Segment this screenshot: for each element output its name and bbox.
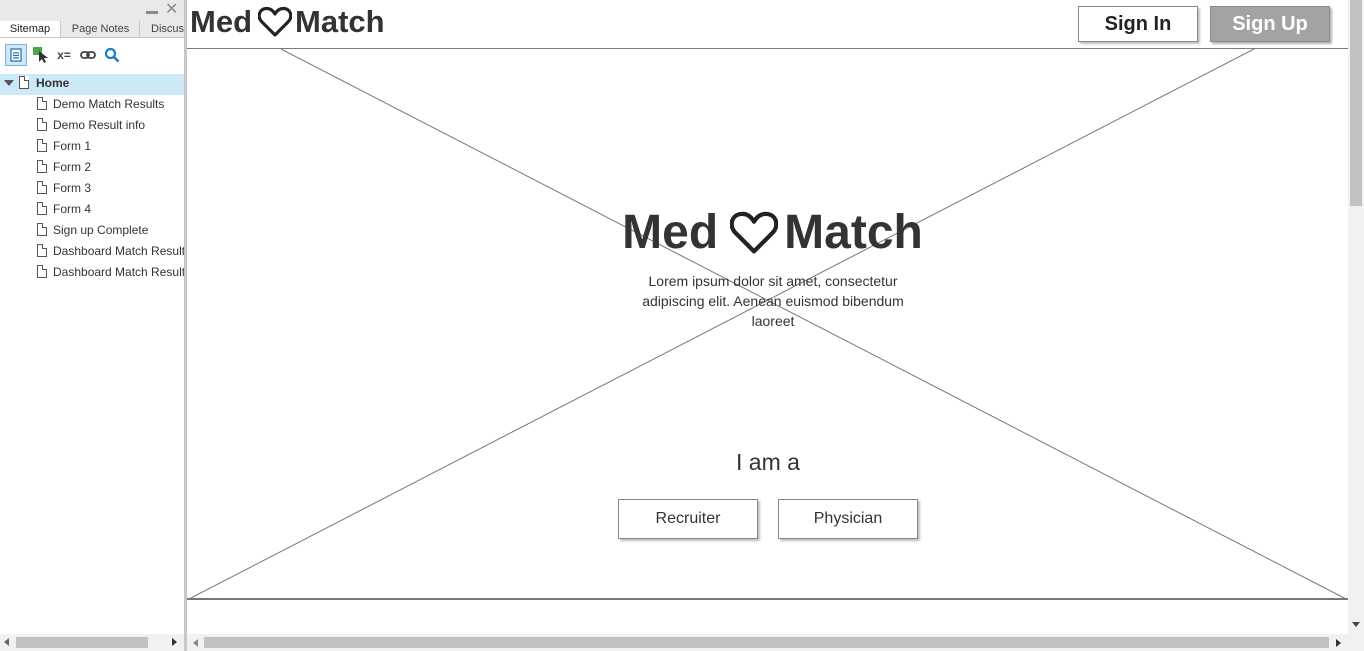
hero-description: Lorem ipsum dolor sit amet, consectetur … xyxy=(642,273,904,329)
minimize-icon[interactable] xyxy=(146,11,158,14)
sitemap-item[interactable]: Form 3 xyxy=(0,179,184,200)
sign-in-button[interactable]: Sign In xyxy=(1078,6,1198,42)
sitemap-item-label: Form 1 xyxy=(53,139,92,153)
hero-logo: Med Match xyxy=(187,205,1358,260)
page-icon xyxy=(37,139,47,152)
logo-text-med: Med xyxy=(190,4,252,39)
panel-tabs: Sitemap Page Notes Discus xyxy=(0,21,184,38)
physician-button[interactable]: Physician xyxy=(778,499,918,539)
page-icon[interactable] xyxy=(5,44,27,66)
panel-titlebar: ✕ xyxy=(0,0,184,21)
heart-icon xyxy=(258,6,292,38)
page-icon xyxy=(37,244,47,257)
link-icon[interactable] xyxy=(77,44,99,66)
site-header: Med Match Sign In Sign Up xyxy=(187,0,1348,49)
sitemap-item[interactable]: Form 4 xyxy=(0,200,184,221)
sitemap-item-label: Form 4 xyxy=(53,202,92,216)
scrollbar-thumb[interactable] xyxy=(16,637,148,648)
logo-text-med: Med xyxy=(622,206,719,259)
sitemap-item-home[interactable]: Home xyxy=(0,74,184,95)
recruiter-button[interactable]: Recruiter xyxy=(618,499,758,539)
scroll-down-icon[interactable] xyxy=(1352,622,1360,627)
page-icon xyxy=(19,76,29,89)
tab-page-notes[interactable]: Page Notes xyxy=(62,21,140,37)
sitemap-item-label: Form 3 xyxy=(53,181,92,195)
scrollbar-thumb[interactable] xyxy=(204,637,1329,648)
panel-horizontal-scrollbar[interactable] xyxy=(0,634,184,651)
sitemap-item[interactable]: Demo Result info xyxy=(0,116,184,137)
sitemap-item[interactable]: Sign up Complete xyxy=(0,221,184,242)
sitemap-toolbar: x= xyxy=(0,39,184,73)
logo-text-match: Match xyxy=(784,206,923,259)
sitemap-item[interactable]: Dashboard Match Results xyxy=(0,263,184,284)
page-icon xyxy=(37,202,47,215)
vertical-scrollbar[interactable] xyxy=(1348,0,1364,634)
search-icon[interactable] xyxy=(101,44,123,66)
horizontal-scrollbar[interactable] xyxy=(187,634,1364,651)
sitemap-tree: Home Demo Match Results Demo Result info… xyxy=(0,74,184,284)
hero-image-placeholder: Med Match Lorem ipsum dolor sit amet, co… xyxy=(187,49,1348,600)
site-logo[interactable]: Med Match xyxy=(190,4,385,40)
sitemap-item[interactable]: Dashboard Match Results xyxy=(0,242,184,263)
sitemap-item-label: Dashboard Match Results xyxy=(53,244,184,258)
scroll-left-icon[interactable] xyxy=(193,639,198,647)
sitemap-item[interactable]: Form 2 xyxy=(0,158,184,179)
prototype-canvas: Med Match Sign In Sign Up Med Match Lore… xyxy=(187,0,1364,651)
page-icon xyxy=(37,160,47,173)
sitemap-item-label: Sign up Complete xyxy=(53,223,149,237)
scroll-right-icon[interactable] xyxy=(172,638,177,646)
tab-sitemap[interactable]: Sitemap xyxy=(0,21,61,37)
tab-discussion[interactable]: Discus xyxy=(141,21,184,37)
scroll-right-icon[interactable] xyxy=(1336,639,1341,647)
heart-icon xyxy=(730,210,779,256)
close-icon[interactable]: ✕ xyxy=(165,1,178,19)
scrollbar-thumb[interactable] xyxy=(1350,0,1362,206)
sign-up-button[interactable]: Sign Up xyxy=(1210,6,1330,42)
sitemap-item[interactable]: Demo Match Results xyxy=(0,95,184,116)
sitemap-item-label: Home xyxy=(36,76,70,90)
role-prompt: I am a xyxy=(736,449,800,475)
page-icon xyxy=(37,181,47,194)
add-interaction-icon[interactable] xyxy=(30,44,52,66)
sitemap-item-label: Dashboard Match Results xyxy=(53,265,184,279)
sitemap-item-label: Demo Result info xyxy=(53,118,146,132)
scroll-left-icon[interactable] xyxy=(4,638,9,646)
sitemap-panel: ✕ Sitemap Page Notes Discus x= Home Demo… xyxy=(0,0,187,651)
collapse-caret-icon[interactable] xyxy=(4,80,14,86)
sitemap-item-label: Demo Match Results xyxy=(53,97,165,111)
page-icon xyxy=(37,97,47,110)
variables-icon[interactable]: x= xyxy=(53,44,75,66)
sitemap-item-label: Form 2 xyxy=(53,160,92,174)
logo-text-match: Match xyxy=(295,4,385,39)
sitemap-item[interactable]: Form 1 xyxy=(0,137,184,158)
page-icon xyxy=(37,223,47,236)
page-icon xyxy=(37,118,47,131)
page-icon xyxy=(37,265,47,278)
